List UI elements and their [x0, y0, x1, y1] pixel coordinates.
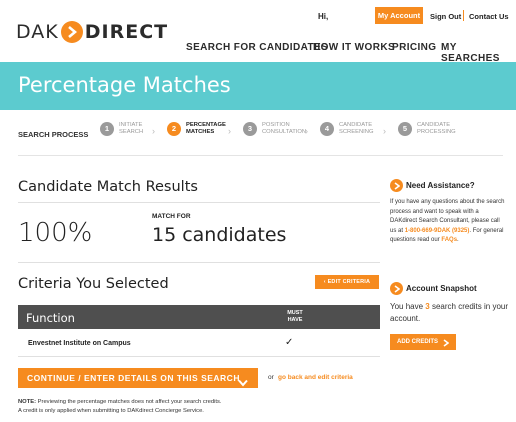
step-number: 3 — [243, 122, 257, 136]
account-snapshot-heading: Account Snapshot — [406, 284, 477, 293]
chevron-down-icon — [238, 374, 248, 394]
note-line-1: NOTE: Previewing the percentage matches … — [18, 399, 222, 405]
step-number: 5 — [398, 122, 412, 136]
chevron-right-icon: › — [305, 126, 308, 136]
step-number: 2 — [167, 122, 181, 136]
edit-criteria-label: EDIT CRITERIA — [327, 279, 371, 285]
match-for-label: MATCH FOR — [152, 213, 191, 220]
match-percentage: 100% — [18, 218, 93, 248]
results-heading: Candidate Match Results — [18, 179, 198, 195]
or-text: or — [268, 374, 274, 381]
step-label: POSITION CONSULTATION — [262, 122, 307, 135]
page-title: Percentage Matches — [18, 73, 231, 97]
step-number: 4 — [320, 122, 334, 136]
table-row: Envestnet Institute on Campus ✓ — [18, 329, 380, 357]
contact-us-link[interactable]: Contact Us — [469, 12, 509, 21]
need-assistance-heading: Need Assistance? — [406, 181, 475, 190]
step-label: CANDIDATE SCREENING — [339, 122, 374, 135]
greeting: Hi, — [318, 12, 329, 21]
step-label: INITIATE SEARCH — [119, 122, 144, 135]
criteria-function-name: Envestnet Institute on Campus — [28, 340, 131, 347]
nav-pricing[interactable]: PRICING — [392, 42, 436, 53]
assistance-text: If you have any questions about the sear… — [390, 198, 505, 246]
chevron-right-icon — [390, 282, 403, 295]
chevron-right-icon: › — [228, 126, 231, 136]
add-credits-label: ADD CREDITS — [397, 339, 439, 345]
page-banner: Percentage Matches — [0, 62, 516, 110]
edit-criteria-button[interactable]: ‹ EDIT CRITERIA — [315, 275, 379, 289]
logo[interactable]: DAK DIRECT — [16, 18, 168, 46]
criteria-heading: Criteria You Selected — [18, 276, 169, 292]
chevron-right-icon — [443, 338, 450, 354]
topbar-divider — [463, 10, 464, 21]
process-step-5: 5 CANDIDATE PROCESSING — [398, 122, 461, 136]
process-step-4: 4 CANDIDATE SCREENING — [320, 122, 383, 136]
chevron-right-icon — [60, 21, 83, 43]
check-icon: ✓ — [285, 337, 294, 348]
nav-how-it-works[interactable]: HOW IT WORKS — [313, 42, 395, 53]
add-credits-button[interactable]: ADD CREDITS — [390, 334, 456, 350]
assistance-text-3: . — [457, 237, 459, 243]
step-label: PERCENTAGE MATCHES — [186, 122, 226, 135]
process-step-3: 3 POSITION CONSULTATION — [243, 122, 306, 136]
divider — [18, 155, 503, 156]
process-step-2: 2 PERCENTAGE MATCHES — [167, 122, 230, 136]
nav-my-searches[interactable]: MY SEARCHES — [441, 42, 516, 64]
nav-search-for-candidates[interactable]: SEARCH FOR CANDIDATES — [186, 42, 328, 53]
continue-button[interactable]: CONTINUE / ENTER DETAILS ON THIS SEARCH — [18, 368, 258, 388]
sign-out-link[interactable]: Sign Out — [430, 12, 461, 21]
candidate-count: 15 candidates — [152, 224, 287, 246]
logo-text-direct: DIRECT — [84, 21, 169, 43]
step-number: 1 — [100, 122, 114, 136]
my-account-button[interactable]: My Account — [375, 7, 423, 24]
continue-label: CONTINUE / ENTER DETAILS ON THIS SEARCH — [27, 373, 240, 383]
step-label: CANDIDATE PROCESSING — [417, 122, 456, 135]
column-header-must-have: MUST HAVE — [287, 310, 303, 323]
note-label: NOTE: — [18, 399, 37, 405]
faq-link[interactable]: FAQs — [441, 237, 457, 243]
chevron-right-icon: › — [152, 126, 155, 136]
divider — [18, 262, 380, 263]
snapshot-text: You have 3 search credits in your accoun… — [390, 301, 508, 325]
note-line-2: A credit is only applied when submitting… — [18, 408, 204, 414]
logo-text-dak: DAK — [16, 21, 59, 43]
back-edit-criteria-link[interactable]: go back and edit criteria — [278, 374, 353, 381]
phone-link[interactable]: 1-800-669-9DAK (9325) — [405, 228, 470, 234]
chevron-right-icon: › — [383, 126, 386, 136]
note-text: Previewing the percentage matches does n… — [36, 399, 222, 405]
criteria-table-header: Function MUST HAVE — [18, 305, 380, 329]
chevron-right-icon — [390, 179, 403, 192]
divider — [18, 202, 380, 203]
column-header-function: Function — [26, 311, 75, 325]
search-process-label: SEARCH PROCESS — [18, 130, 89, 139]
snapshot-text-1: You have — [390, 302, 426, 311]
